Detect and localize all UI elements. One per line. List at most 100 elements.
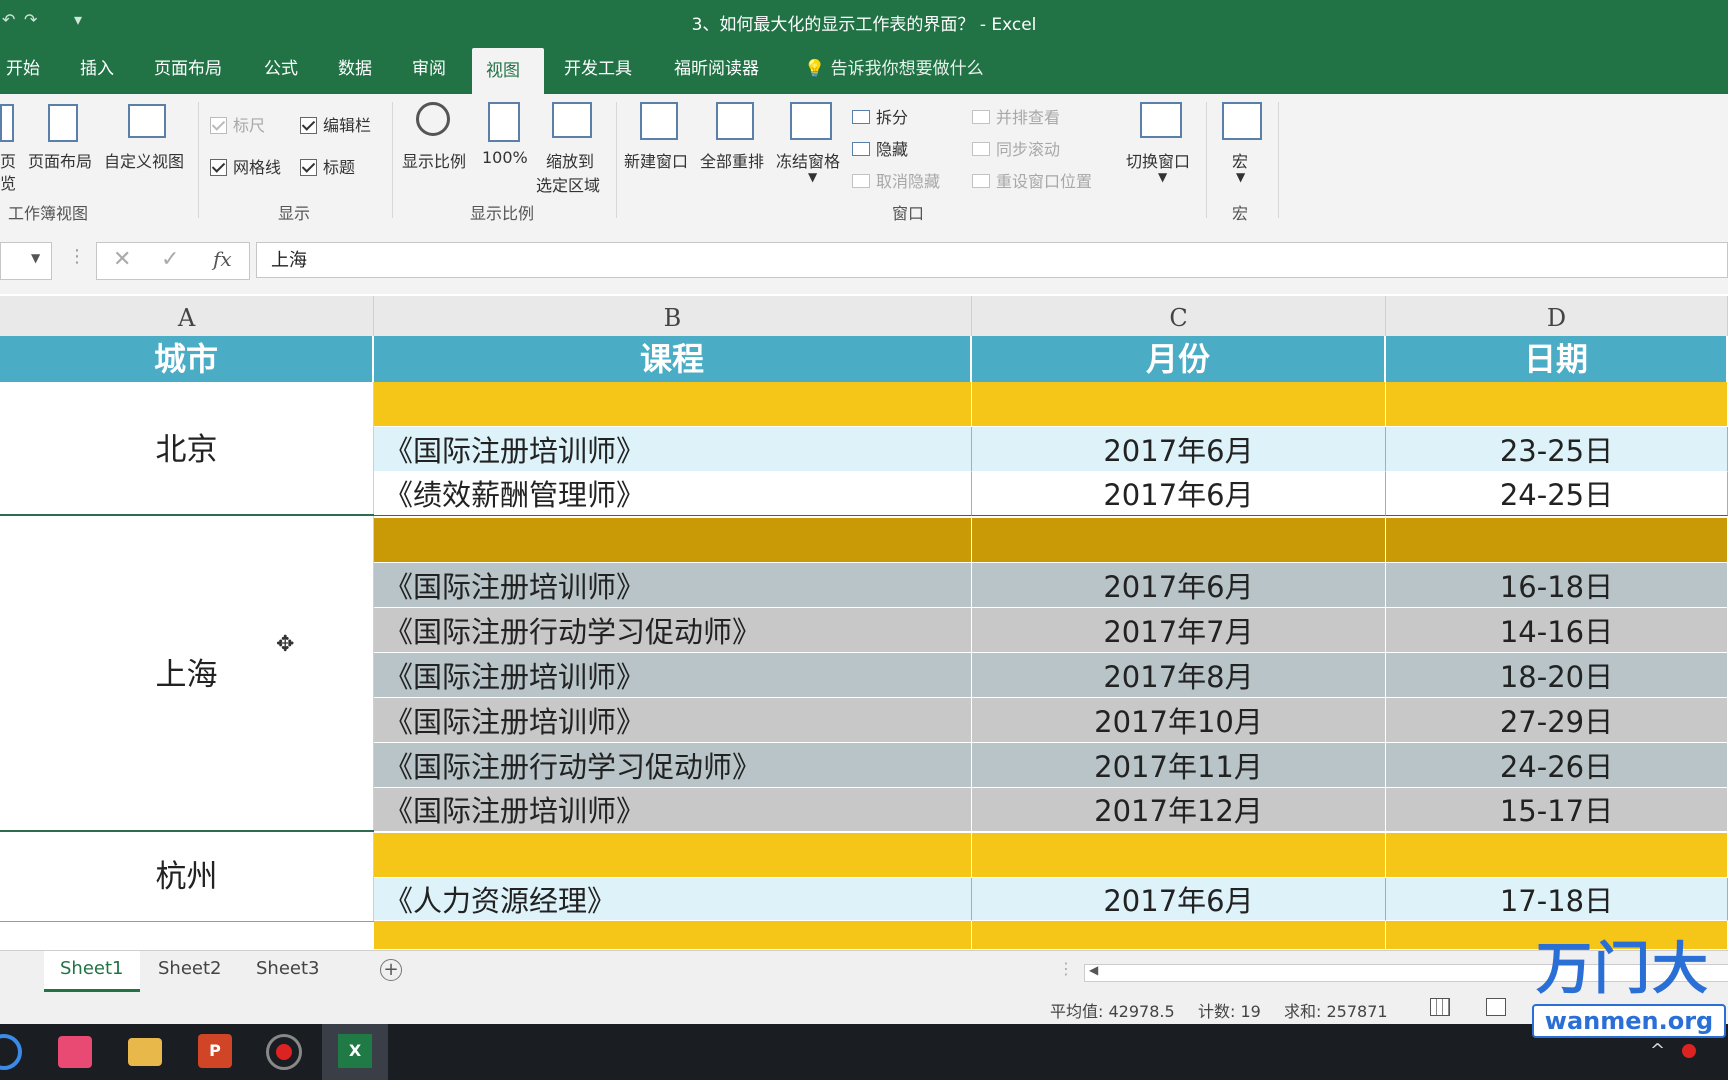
page-break-label-2[interactable]: 览 xyxy=(0,170,16,194)
gridlines-checkbox[interactable]: 网格线 xyxy=(210,154,281,178)
cell-course[interactable] xyxy=(374,382,972,427)
tab-developer[interactable]: 开发工具 xyxy=(550,44,646,94)
hide-button[interactable]: 隐藏 xyxy=(852,136,908,160)
cell-month[interactable]: 2017年12月 xyxy=(972,788,1386,832)
cell-month[interactable]: 2017年6月 xyxy=(972,427,1386,472)
column-header-a[interactable]: A xyxy=(0,296,374,336)
scroll-left-icon[interactable]: ◀ xyxy=(1089,963,1098,977)
cell-course[interactable] xyxy=(374,921,972,950)
custom-view-button[interactable]: 自定义视图 xyxy=(104,148,184,172)
column-header-b[interactable]: B xyxy=(374,296,972,336)
column-header-d[interactable]: D xyxy=(1386,296,1728,336)
tab-insert[interactable]: 插入 xyxy=(66,44,128,94)
cell-month[interactable]: 2017年6月 xyxy=(972,878,1386,921)
cell-date[interactable]: 14-16日 xyxy=(1386,608,1728,653)
cell-course[interactable]: 《国际注册培训师》 xyxy=(374,788,972,832)
chevron-down-icon[interactable]: ▼ xyxy=(31,251,40,265)
ruler-checkbox[interactable]: 标尺 xyxy=(210,112,265,136)
macros-button[interactable]: 宏 xyxy=(1232,148,1248,172)
tab-review[interactable]: 审阅 xyxy=(398,44,460,94)
cell-month[interactable] xyxy=(972,833,1386,878)
cell-month[interactable]: 2017年6月 xyxy=(972,563,1386,608)
cell-date[interactable]: 24-26日 xyxy=(1386,743,1728,788)
tab-formulas[interactable]: 公式 xyxy=(250,44,312,94)
cell-month[interactable] xyxy=(972,921,1386,950)
tab-home[interactable]: 开始 xyxy=(0,44,54,94)
cell-month[interactable]: 2017年10月 xyxy=(972,698,1386,743)
splitter-dots-icon[interactable]: ⋮ xyxy=(68,246,86,267)
header-month[interactable]: 月份 xyxy=(972,336,1386,382)
cancel-icon[interactable]: ✕ xyxy=(113,247,131,272)
cell-course[interactable]: 《国际注册行动学习促动师》 xyxy=(374,608,972,653)
cell-course[interactable]: 《国际注册培训师》 xyxy=(374,698,972,743)
tell-me-box[interactable]: 💡 告诉我你想要做什么 xyxy=(790,44,998,94)
cell-course[interactable]: 《国际注册培训师》 xyxy=(374,563,972,608)
formula-bar-checkbox[interactable]: 编辑栏 xyxy=(300,112,371,136)
chevron-down-icon[interactable]: ▼ xyxy=(1236,170,1245,184)
normal-view-icon[interactable] xyxy=(1430,998,1450,1016)
headings-checkbox[interactable]: 标题 xyxy=(300,154,355,178)
freeze-panes-button[interactable]: 冻结窗格 xyxy=(776,148,840,172)
tab-view[interactable]: 视图 xyxy=(472,48,544,94)
view-side-by-side-button[interactable]: 并排查看 xyxy=(972,104,1060,128)
tab-foxit[interactable]: 福昕阅读器 xyxy=(660,44,773,94)
cell-course[interactable]: 《国际注册行动学习促动师》 xyxy=(374,743,972,788)
cell-date[interactable] xyxy=(1386,518,1728,563)
arrange-all-button[interactable]: 全部重排 xyxy=(700,148,764,172)
city-cell-hangzhou[interactable]: 杭州 xyxy=(0,832,374,922)
excel-taskbar-item[interactable]: X xyxy=(322,1024,388,1080)
zoom-100-button[interactable]: 100% xyxy=(482,148,528,167)
cell-month[interactable]: 2017年8月 xyxy=(972,653,1386,698)
sheet-tab-2[interactable]: Sheet2 xyxy=(142,951,238,989)
cell-month[interactable]: 2017年11月 xyxy=(972,743,1386,788)
zoom-selection-button-line2[interactable]: 选定区域 xyxy=(536,172,600,196)
reset-window-position-button[interactable]: 重设窗口位置 xyxy=(972,168,1092,192)
city-cell-shanghai[interactable]: 上海 xyxy=(0,516,374,830)
tab-page-layout[interactable]: 页面布局 xyxy=(140,44,236,94)
chevron-down-icon[interactable]: ▼ xyxy=(1158,170,1167,184)
cell-date[interactable]: 17-18日 xyxy=(1386,878,1728,921)
empty-cell[interactable] xyxy=(0,921,374,951)
cell-course[interactable]: 《国际注册培训师》 xyxy=(374,427,972,472)
cell-date[interactable]: 16-18日 xyxy=(1386,563,1728,608)
cell-date[interactable] xyxy=(1386,833,1728,878)
add-sheet-icon[interactable]: + xyxy=(380,959,402,981)
cell-date[interactable]: 18-20日 xyxy=(1386,653,1728,698)
page-layout-view-button[interactable]: 页面布局 xyxy=(28,148,92,172)
cell-month[interactable]: 2017年6月 xyxy=(972,472,1386,516)
cell-course[interactable] xyxy=(374,833,972,878)
zoom-button[interactable]: 显示比例 xyxy=(402,148,466,172)
zoom-selection-button-line1[interactable]: 缩放到 xyxy=(546,148,594,172)
camera-app-icon[interactable] xyxy=(58,1036,92,1068)
formula-input[interactable]: 上海 xyxy=(256,242,1728,278)
column-header-c[interactable]: C xyxy=(972,296,1386,336)
cell-course[interactable] xyxy=(374,518,972,563)
search-icon[interactable] xyxy=(0,1034,22,1070)
cell-date[interactable] xyxy=(1386,382,1728,427)
powerpoint-icon[interactable]: P xyxy=(198,1034,232,1068)
switch-windows-button[interactable]: 切换窗口 xyxy=(1126,148,1190,172)
splitter-dots-icon[interactable]: ⋮ xyxy=(1058,959,1074,978)
sync-scroll-button[interactable]: 同步滚动 xyxy=(972,136,1060,160)
page-break-label-1[interactable]: 页 xyxy=(0,148,16,172)
page-layout-icon[interactable] xyxy=(1486,998,1506,1016)
chevron-down-icon[interactable]: ▼ xyxy=(808,170,817,184)
cell-course[interactable]: 《绩效薪酬管理师》 xyxy=(374,472,972,516)
header-course[interactable]: 课程 xyxy=(374,336,972,382)
new-window-button[interactable]: 新建窗口 xyxy=(624,148,688,172)
unhide-button[interactable]: 取消隐藏 xyxy=(852,168,940,192)
file-explorer-icon[interactable] xyxy=(128,1038,162,1066)
record-icon[interactable] xyxy=(266,1034,302,1070)
header-date[interactable]: 日期 xyxy=(1386,336,1728,382)
header-city[interactable]: 城市 xyxy=(0,336,374,382)
name-box[interactable]: ▼ xyxy=(0,242,52,280)
cell-month[interactable] xyxy=(972,518,1386,563)
enter-icon[interactable]: ✓ xyxy=(161,247,179,272)
sheet-tab-1[interactable]: Sheet1 xyxy=(44,951,140,992)
sheet-tab-3[interactable]: Sheet3 xyxy=(240,951,336,989)
cell-date[interactable]: 23-25日 xyxy=(1386,427,1728,472)
chevron-up-icon[interactable]: ^ xyxy=(1650,1040,1665,1061)
insert-function-icon[interactable]: fx xyxy=(213,247,232,271)
cell-course[interactable]: 《人力资源经理》 xyxy=(374,878,972,921)
tab-data[interactable]: 数据 xyxy=(324,44,386,94)
